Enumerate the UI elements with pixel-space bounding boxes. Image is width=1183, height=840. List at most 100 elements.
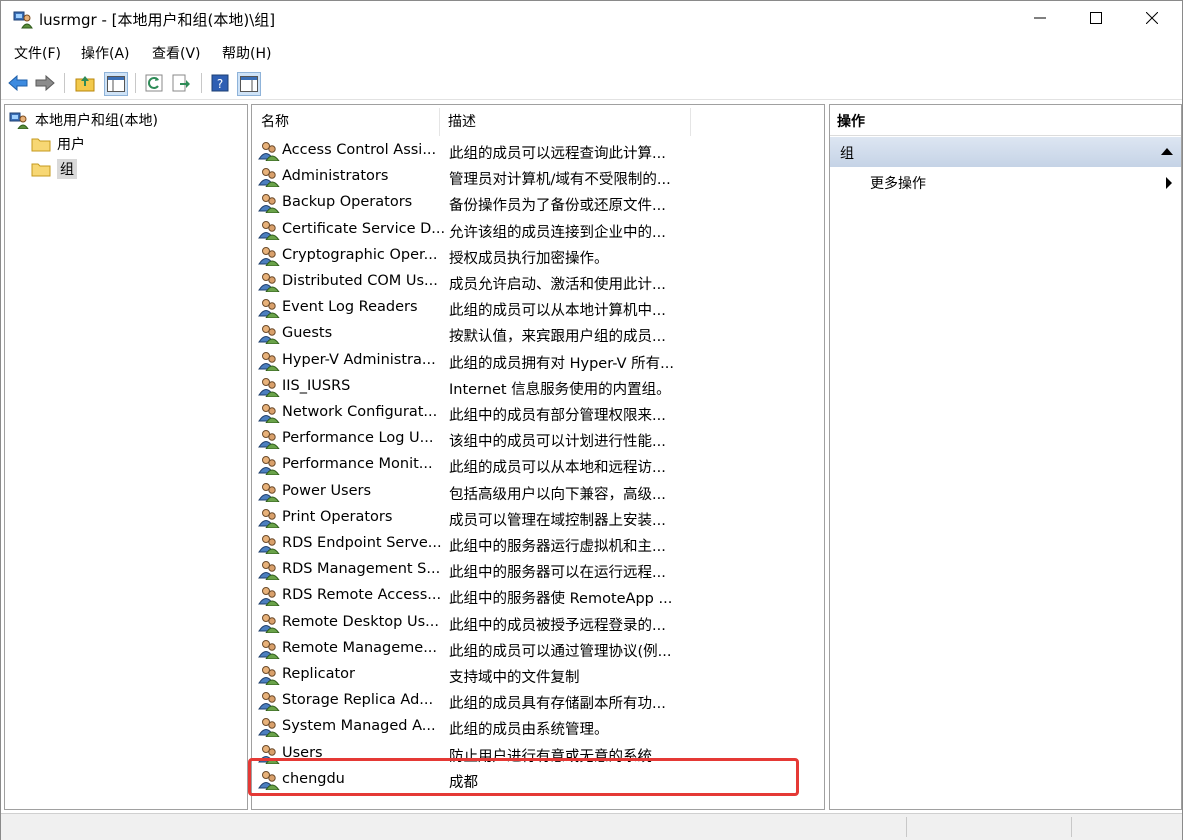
group-description: 支持域中的文件复制 <box>449 670 580 686</box>
table-row[interactable]: Cryptographic Oper... 授权成员执行加密操作。 <box>258 243 818 269</box>
group-name: RDS Endpoint Serve... <box>282 535 442 551</box>
group-name: Replicator <box>282 666 355 682</box>
group-name: Guests <box>282 325 333 342</box>
menu-action[interactable]: 操作(A) <box>81 43 130 63</box>
table-row[interactable]: RDS Endpoint Serve... 此组中的服务器运行虚拟机和主... <box>258 531 818 557</box>
group-description: 此组中的成员被授予远程登录的... <box>449 617 666 634</box>
folder-up-icon <box>75 76 95 92</box>
table-row[interactable]: Remote Manageme... 此组的成员可以通过管理协议(例... <box>258 636 818 662</box>
user-group-icon <box>258 534 280 555</box>
more-actions-label: 更多操作 <box>870 176 926 192</box>
table-row[interactable]: Administrators 管理员对计算机/域有不受限制的... <box>258 164 818 190</box>
actions-title: 操作 <box>837 114 865 130</box>
group-description: 此组中的服务器使 RemoteApp ... <box>449 591 673 608</box>
group-name: System Managed A... <box>282 718 436 735</box>
table-row[interactable]: Replicator 支持域中的文件复制 <box>258 662 818 688</box>
user-group-icon <box>258 220 280 241</box>
table-row[interactable]: RDS Remote Access... 此组中的服务器使 RemoteApp .… <box>258 583 818 609</box>
group-name: IIS_IUSRS <box>282 377 351 394</box>
window-title: lusrmgr - [本地用户和组(本地)\组] <box>39 11 276 29</box>
table-row[interactable]: IIS_IUSRS Internet 信息服务使用的内置组。 <box>258 374 818 400</box>
group-name: Remote Desktop Us... <box>282 613 439 630</box>
table-row[interactable]: System Managed A... 此组的成员由系统管理。 <box>258 714 818 740</box>
group-description: 备份操作员为了备份或还原文件... <box>449 198 666 215</box>
mmc-window: lusrmgr - [本地用户和组(本地)\组] 文件(F) 操作(A) 查看(… <box>0 0 1183 840</box>
tree-item-groups[interactable]: 组 <box>31 158 77 180</box>
table-row[interactable]: Certificate Service D... 允许该组的成员连接到企业中的..… <box>258 217 818 243</box>
menu-bar: 文件(F) 操作(A) 查看(V) 帮助(H) <box>1 39 1182 65</box>
maximize-icon <box>1090 12 1102 24</box>
menu-file[interactable]: 文件(F) <box>14 43 61 63</box>
lusrmgr-icon <box>13 9 33 29</box>
help-button[interactable]: ? <box>209 72 231 94</box>
table-row[interactable]: Access Control Assi... 此组的成员可以远程查询此计算... <box>258 138 818 164</box>
more-actions-item[interactable]: 更多操作 <box>830 169 1181 195</box>
forward-button[interactable] <box>34 72 56 94</box>
group-name: Administrators <box>282 168 389 185</box>
refresh-button[interactable] <box>143 72 165 94</box>
group-name: Print Operators <box>282 508 393 525</box>
table-row[interactable]: RDS Management S... 此组中的服务器可以在运行远程... <box>258 557 818 583</box>
table-row[interactable]: Power Users 包括高级用户以向下兼容，高级... <box>258 479 818 505</box>
user-group-icon <box>258 560 280 581</box>
group-description: 此组的成员可以远程查询此计算... <box>449 146 666 162</box>
user-group-icon <box>258 167 280 188</box>
back-button[interactable] <box>7 72 29 94</box>
show-hide-tree-button[interactable] <box>104 72 128 96</box>
export-icon <box>172 74 190 92</box>
title-bar[interactable]: lusrmgr - [本地用户和组(本地)\组] <box>1 1 1182 37</box>
group-description: Internet 信息服务使用的内置组。 <box>449 381 671 398</box>
group-description: 允许该组的成员连接到企业中的... <box>449 224 666 241</box>
actions-group-section[interactable]: 组 <box>830 137 1181 167</box>
menu-view[interactable]: 查看(V) <box>152 43 201 63</box>
table-row[interactable]: Performance Log U... 该组中的成员可以计划进行性能... <box>258 426 818 452</box>
table-row[interactable]: Network Configurat... 此组中的成员有部分管理权限来... <box>258 400 818 426</box>
user-group-icon <box>258 691 280 712</box>
group-name: Event Log Readers <box>282 299 418 316</box>
user-group-icon <box>258 298 280 319</box>
console-tree: 本地用户和组(本地) 用户 组 <box>4 104 248 810</box>
export-list-button[interactable] <box>170 72 192 94</box>
group-name: Cryptographic Oper... <box>282 246 438 263</box>
tree-item-label: 组 <box>57 159 77 179</box>
group-description: 管理员对计算机/域有不受限制的... <box>449 172 671 189</box>
close-button[interactable] <box>1129 1 1175 35</box>
group-name: Power Users <box>282 482 372 499</box>
table-row[interactable]: Print Operators 成员可以管理在域控制器上安装... <box>258 505 818 531</box>
show-hide-action-pane-button[interactable] <box>237 72 261 96</box>
tree-item-label: 用户 <box>57 137 85 153</box>
actions-group-label: 组 <box>840 146 854 162</box>
table-row[interactable]: Storage Replica Ad... 此组的成员具有存储副本所有功... <box>258 688 818 714</box>
tree-item-users[interactable]: 用户 <box>31 133 85 155</box>
arrow-left-icon <box>8 75 28 91</box>
toolbar: ? <box>1 67 1182 100</box>
annotation-highlight <box>248 758 799 796</box>
minimize-button[interactable] <box>1017 1 1063 35</box>
user-group-icon <box>258 665 280 686</box>
group-description: 此组的成员可以从本地计算机中... <box>449 303 666 320</box>
close-icon <box>1146 12 1158 24</box>
table-row[interactable]: Event Log Readers 此组的成员可以从本地计算机中... <box>258 295 818 321</box>
table-row[interactable]: Performance Monit... 此组的成员可以从本地和远程访... <box>258 452 818 478</box>
actions-header: 操作 <box>830 105 1181 136</box>
table-row[interactable]: Distributed COM Us... 成员允许启动、激活和使用此计... <box>258 269 818 295</box>
actions-pane: 操作 组 更多操作 <box>829 104 1182 810</box>
table-row[interactable]: Guests 按默认值，来宾跟用户组的成员... <box>258 321 818 347</box>
tree-root[interactable]: 本地用户和组(本地) <box>9 109 158 131</box>
column-header-description[interactable]: 描述 <box>448 109 688 133</box>
up-level-button[interactable] <box>74 72 96 94</box>
table-row[interactable]: Remote Desktop Us... 此组中的成员被授予远程登录的... <box>258 610 818 636</box>
column-header-name[interactable]: 名称 <box>261 109 439 133</box>
menu-help[interactable]: 帮助(H) <box>222 43 271 63</box>
group-name: Hyper-V Administra... <box>282 351 436 368</box>
user-group-icon <box>258 717 280 738</box>
table-row[interactable]: Hyper-V Administra... 此组的成员拥有对 Hyper-V 所有… <box>258 348 818 374</box>
user-group-icon <box>258 613 280 634</box>
console-tree-icon <box>107 76 125 92</box>
maximize-button[interactable] <box>1073 1 1119 35</box>
table-row[interactable]: Backup Operators 备份操作员为了备份或还原文件... <box>258 190 818 216</box>
collapse-up-icon <box>1161 148 1173 155</box>
user-group-icon <box>258 141 280 162</box>
user-group-icon <box>258 377 280 398</box>
status-bar <box>1 813 1182 840</box>
